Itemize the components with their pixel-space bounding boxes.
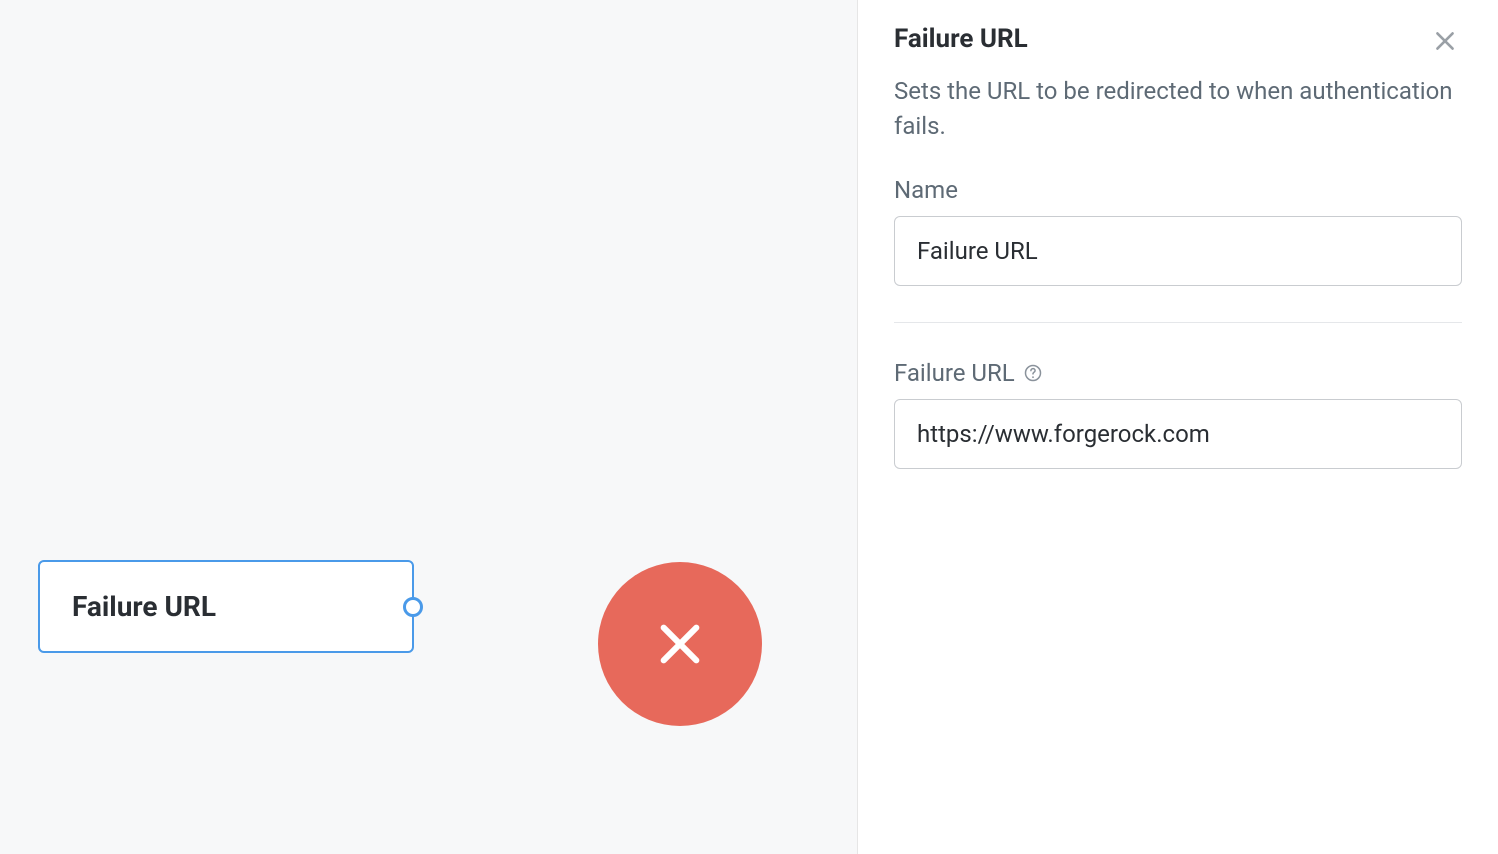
help-icon[interactable] xyxy=(1023,363,1043,383)
name-input[interactable] xyxy=(894,216,1462,286)
node-label: Failure URL xyxy=(72,590,216,623)
failure-url-node[interactable]: Failure URL xyxy=(38,560,414,653)
x-icon xyxy=(652,616,708,672)
panel-description: Sets the URL to be redirected to when au… xyxy=(894,74,1462,144)
name-label: Name xyxy=(894,176,1462,204)
divider xyxy=(894,322,1462,323)
failure-url-input[interactable] xyxy=(894,399,1462,469)
failure-url-label: Failure URL xyxy=(894,359,1015,387)
flow-canvas[interactable]: Failure URL xyxy=(0,0,858,854)
panel-header: Failure URL xyxy=(894,24,1462,58)
close-icon xyxy=(1432,28,1458,54)
connections-layer xyxy=(0,0,300,150)
question-circle-icon xyxy=(1023,363,1043,383)
panel-title: Failure URL xyxy=(894,24,1028,54)
failure-endpoint-node[interactable] xyxy=(598,562,762,726)
close-button[interactable] xyxy=(1428,24,1462,58)
properties-panel: Failure URL Sets the URL to be redirecte… xyxy=(858,0,1498,854)
node-output-port[interactable] xyxy=(403,597,423,617)
